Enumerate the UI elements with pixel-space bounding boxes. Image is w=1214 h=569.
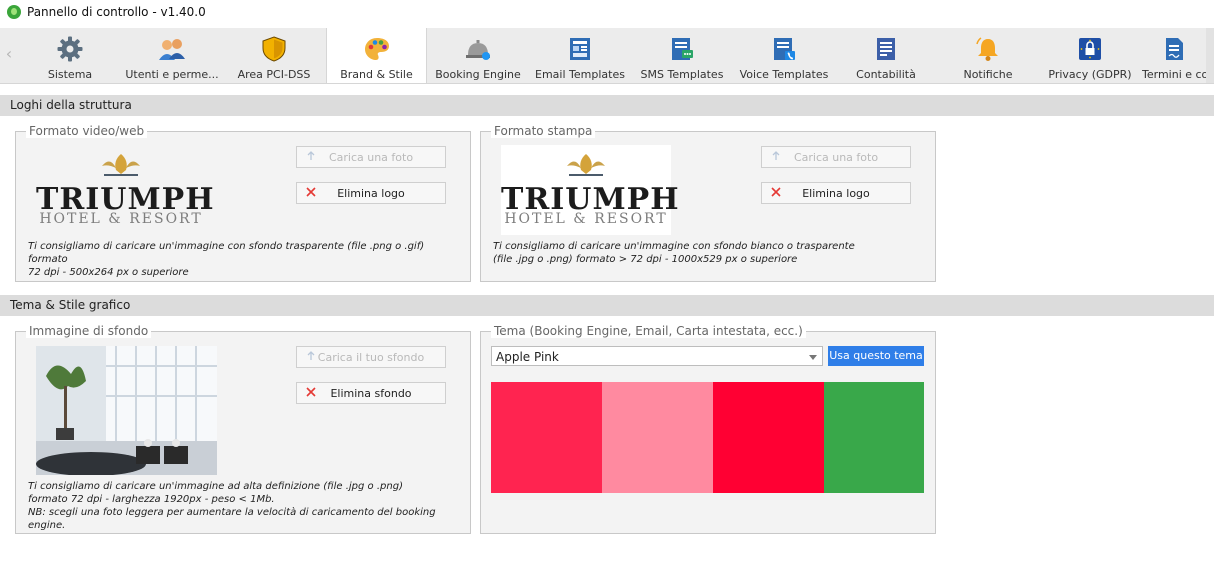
hint-line: Ti consigliamo di caricare un'immagine a…	[28, 481, 403, 492]
background-preview-image	[36, 346, 217, 475]
tab-privacy-gdpr[interactable]: Privacy (GDPR)	[1040, 28, 1140, 83]
hint-line: Ti consigliamo di caricare un'immagine c…	[28, 241, 425, 265]
crest-icon	[102, 154, 140, 176]
button-label: Elimina logo	[802, 186, 870, 200]
upload-icon	[772, 151, 780, 160]
delete-x-icon	[306, 187, 316, 197]
chevron-down-icon	[809, 355, 817, 360]
tab-label: Sistema	[47, 68, 93, 81]
tab-sms-templates[interactable]: SMS Templates	[632, 28, 732, 83]
theme-select[interactable]: Apple Pink	[491, 346, 823, 366]
tab-contabilita[interactable]: Contabilità	[836, 28, 936, 83]
palette-swatch-3	[713, 382, 824, 493]
tab-brand-stile[interactable]: Brand & Stile	[326, 28, 427, 83]
app-logo-icon	[7, 5, 21, 19]
logo-web-group: Formato video/web TRIUMPH HOTEL & RESORT…	[15, 124, 471, 282]
button-label: Elimina sfondo	[330, 386, 412, 400]
tab-label: Notifiche	[963, 68, 1013, 81]
bell-icon	[976, 37, 998, 61]
tab-notifiche[interactable]: Notifiche	[938, 28, 1038, 83]
section-title: Loghi della struttura	[10, 98, 132, 112]
email-template-icon	[570, 38, 590, 60]
delete-x-icon	[771, 187, 781, 197]
accounting-icon	[877, 38, 895, 60]
logo-print-group: Formato stampa TRIUMPH HOTEL & RESORT Ca…	[480, 124, 936, 282]
palette-swatch-4	[824, 382, 924, 493]
logo-web-preview: TRIUMPH HOTEL & RESORT	[36, 148, 214, 228]
hint-line: Ti consigliamo di caricare un'immagine c…	[493, 241, 855, 252]
tab-label: Voice Templates	[739, 68, 829, 81]
shield-icon	[262, 36, 286, 62]
tab-label: Booking Engine	[435, 68, 521, 81]
tab-label: Area PCI-DSS	[237, 68, 311, 81]
palette-swatch-1	[491, 382, 602, 493]
background-image-group: Immagine di sfondo Carica il tuo sfondo …	[15, 324, 471, 534]
group-legend: Formato stampa	[491, 124, 596, 138]
delete-logo-button[interactable]: Elimina logo	[296, 182, 446, 204]
voice-template-icon	[774, 38, 795, 60]
tab-voice-templates[interactable]: Voice Templates	[734, 28, 834, 83]
terms-document-icon	[1166, 38, 1183, 60]
tab-label: SMS Templates	[640, 68, 724, 81]
control-panel-toolbar: ‹ Sistema Utenti e perme... Area PCI-DSS…	[0, 28, 1214, 84]
section-title: Tema & Stile grafico	[10, 298, 131, 312]
delete-x-icon	[306, 387, 316, 397]
group-legend: Immagine di sfondo	[26, 324, 152, 338]
button-label: Carica una foto	[793, 150, 879, 164]
theme-select-value: Apple Pink	[496, 350, 559, 364]
gdpr-lock-icon	[1079, 38, 1101, 60]
tab-termini[interactable]: Termini e co	[1142, 28, 1206, 83]
theme-palette	[491, 382, 924, 493]
tab-label: Brand & Stile	[340, 68, 413, 81]
section-header-theme: Tema & Stile grafico	[0, 295, 1214, 316]
upload-hint: Ti consigliamo di caricare un'immagine c…	[493, 240, 929, 266]
upload-icon	[307, 351, 315, 360]
upload-background-button[interactable]: Carica il tuo sfondo	[296, 346, 446, 368]
logo-print-preview: TRIUMPH HOTEL & RESORT	[501, 145, 679, 235]
hint-line: 72 dpi - 500x264 px o superiore	[28, 267, 189, 278]
hint-line: (file .jpg o .png) formato > 72 dpi - 10…	[493, 254, 798, 265]
logo-subtitle: HOTEL & RESORT	[504, 211, 668, 227]
tab-sistema[interactable]: Sistema	[20, 28, 120, 83]
theme-group: Tema (Booking Engine, Email, Carta intes…	[480, 324, 936, 534]
group-legend: Formato video/web	[26, 124, 148, 138]
button-label: Carica il tuo sfondo	[317, 350, 425, 364]
upload-icon	[307, 151, 315, 160]
tab-label: Email Templates	[535, 68, 625, 81]
crest-icon	[567, 154, 605, 176]
button-label: Elimina logo	[337, 186, 405, 200]
tab-email-templates[interactable]: Email Templates	[530, 28, 630, 83]
upload-photo-button[interactable]: Carica una foto	[761, 146, 911, 168]
button-label: Carica una foto	[328, 150, 414, 164]
tab-booking-engine[interactable]: Booking Engine	[428, 28, 528, 83]
tab-label: Termini e co	[1142, 68, 1206, 81]
tab-utenti[interactable]: Utenti e perme...	[122, 28, 222, 83]
tab-label: Contabilità	[856, 68, 916, 81]
tab-label: Privacy (GDPR)	[1048, 68, 1132, 81]
window-titlebar: Pannello di controllo - v1.40.0	[0, 0, 1214, 24]
upload-photo-button[interactable]: Carica una foto	[296, 146, 446, 168]
reception-bell-icon	[466, 40, 490, 60]
users-icon	[159, 39, 185, 60]
palette-icon	[364, 38, 389, 60]
delete-background-button[interactable]: Elimina sfondo	[296, 382, 446, 404]
hint-line: NB: scegli una foto leggera per aumentar…	[28, 507, 436, 531]
use-theme-button[interactable]: Usa questo tema	[828, 346, 924, 366]
tab-area-pci-dss[interactable]: Area PCI-DSS	[224, 28, 324, 83]
upload-hint: Ti consigliamo di caricare un'immagine c…	[28, 240, 464, 279]
upload-hint: Ti consigliamo di caricare un'immagine a…	[28, 480, 468, 532]
toolbar-scroll-right-button[interactable]	[1206, 28, 1214, 83]
delete-logo-button[interactable]: Elimina logo	[761, 182, 911, 204]
hint-line: formato 72 dpi - larghezza 1920px - peso…	[28, 494, 275, 505]
logo-subtitle: HOTEL & RESORT	[39, 211, 203, 227]
group-legend: Tema (Booking Engine, Email, Carta intes…	[491, 324, 806, 338]
section-header-logos: Loghi della struttura	[0, 95, 1214, 116]
window-title: Pannello di controllo - v1.40.0	[27, 5, 206, 19]
gear-icon	[57, 36, 83, 62]
palette-swatch-2	[602, 382, 713, 493]
toolbar-scroll-left-button[interactable]: ‹	[0, 44, 18, 64]
tab-label: Utenti e perme...	[125, 68, 219, 81]
sms-template-icon	[672, 38, 693, 60]
